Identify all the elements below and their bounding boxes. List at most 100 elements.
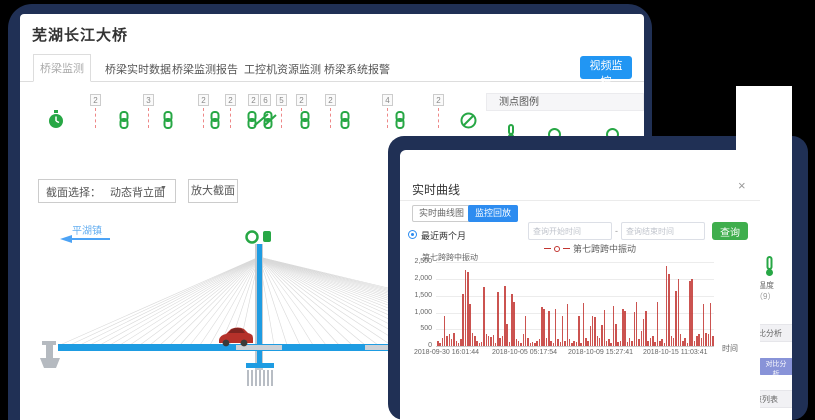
chart-legend[interactable]: 第七跨跨中振动 <box>510 242 670 255</box>
chart-bar <box>439 343 441 346</box>
close-icon[interactable]: × <box>738 178 746 193</box>
y-tick: 2,500 <box>400 258 432 265</box>
tab-ipc-resource[interactable]: 工控机资源监测 <box>244 61 321 77</box>
chart-bar <box>456 341 458 346</box>
tab-system-alarm[interactable]: 桥梁系统报警 <box>324 61 390 77</box>
chart-bar <box>530 343 532 346</box>
x-tick: 2018-09-30 16:01:44 <box>414 349 479 356</box>
sensor-count-badge: 6 <box>260 94 271 106</box>
chart-bar <box>678 279 680 346</box>
chart-bar <box>460 339 462 346</box>
chart-bar <box>638 339 640 346</box>
chart-bar <box>643 319 645 346</box>
chart-bar <box>636 302 638 346</box>
section-select-label: 截面选择： <box>46 184 101 200</box>
chain-link-icon[interactable] <box>299 111 311 129</box>
modal-tab-playback[interactable]: 监控回放 <box>468 205 518 222</box>
chart-bar <box>698 334 700 346</box>
video-monitor-button[interactable]: 视频监控 <box>580 56 632 79</box>
chart-bar <box>624 311 626 346</box>
chart-bar <box>479 343 481 346</box>
chart-bar <box>506 324 508 346</box>
chart-bar <box>555 309 557 346</box>
tab-monitor-report[interactable]: 桥梁监测报告 <box>172 61 238 77</box>
lock-sensor-icon[interactable] <box>263 231 271 242</box>
chart-bar <box>590 326 592 346</box>
chart-bar <box>465 270 467 346</box>
chart-bar <box>587 341 589 346</box>
chart-bar <box>541 307 543 346</box>
legend-marker-line <box>544 248 551 249</box>
point-legend-header: 测点图例 <box>486 93 644 111</box>
chart-bar <box>453 333 455 346</box>
chart-bar <box>499 338 501 346</box>
stopwatch-icon[interactable] <box>48 110 64 130</box>
chart-bar <box>661 339 663 346</box>
chain-link-icon[interactable] <box>262 111 274 129</box>
legend-marker-line <box>563 248 570 249</box>
divider <box>400 200 760 201</box>
chart-bar <box>516 339 518 346</box>
sensor-count-badge: 2 <box>433 94 444 106</box>
chart-bars <box>437 262 714 346</box>
cable-line <box>259 257 378 345</box>
chart-bar <box>682 341 684 346</box>
chart-bar <box>675 291 677 346</box>
chart-bar <box>536 341 538 346</box>
chart-bar <box>684 338 686 346</box>
chain-link-icon[interactable] <box>394 111 406 129</box>
search-button[interactable]: 查询 <box>712 222 748 240</box>
end-time-input[interactable] <box>621 222 705 240</box>
sensor-dash-line <box>230 108 231 128</box>
chain-link-icon[interactable] <box>118 111 130 129</box>
chain-link-icon[interactable] <box>339 111 351 129</box>
tab-bridge-monitor[interactable]: 桥梁监测 <box>33 54 91 82</box>
start-time-input[interactable] <box>528 222 612 240</box>
chart-bar <box>560 342 562 346</box>
no-entry-icon[interactable] <box>460 112 477 129</box>
chart-bar <box>631 341 633 346</box>
chart-bar <box>601 325 603 346</box>
compare-analysis-button[interactable]: 对比分析 <box>758 358 792 375</box>
chain-link-icon[interactable] <box>162 111 174 129</box>
chart-bar <box>567 304 569 346</box>
modal-tab-curve-view[interactable]: 实时曲线图 <box>412 205 471 222</box>
chart-bar <box>449 334 451 346</box>
chart-bar <box>622 309 624 346</box>
y-tick: 500 <box>400 325 432 332</box>
y-tick: 1,500 <box>400 292 432 299</box>
chain-link-icon[interactable] <box>209 111 221 129</box>
chart-bar <box>525 316 527 346</box>
chart-bar <box>539 339 541 346</box>
tab-realtime-data[interactable]: 桥梁实时数据 <box>105 61 171 77</box>
chart-bar <box>497 292 499 346</box>
x-axis-label: 时间 <box>722 343 738 354</box>
chart-bar <box>446 336 448 346</box>
chart-bar <box>509 342 511 346</box>
zoom-section-button[interactable]: 放大截面 <box>188 179 238 203</box>
rotate-sensor-icon[interactable] <box>247 232 258 243</box>
chart-bar <box>668 274 670 346</box>
chart-bar <box>527 338 529 346</box>
radio-last-two-months[interactable] <box>408 230 417 239</box>
sensor-count-badge: 2 <box>296 94 307 106</box>
chart-bar <box>597 336 599 346</box>
x-tick: 2018-10-15 11:03:41 <box>643 349 707 356</box>
chart-bar <box>458 343 460 346</box>
chart-bar <box>573 341 575 346</box>
radio-label: 最近两个月 <box>421 229 466 242</box>
chart-bar <box>645 311 647 346</box>
chart-bar <box>534 343 536 346</box>
chart-bar <box>641 331 643 346</box>
chart-bar <box>647 341 649 346</box>
chart-bar <box>502 336 504 346</box>
chart-bar <box>469 304 471 346</box>
chart-bar <box>571 343 573 346</box>
chart-bar <box>680 334 682 346</box>
chart-bar <box>701 338 703 346</box>
section-select-value[interactable]: 动态背立面 <box>110 184 165 200</box>
thermometer-icon[interactable] <box>764 256 775 277</box>
chart-bar <box>583 303 585 346</box>
left-pier <box>40 341 60 368</box>
chart-bar <box>467 272 469 346</box>
